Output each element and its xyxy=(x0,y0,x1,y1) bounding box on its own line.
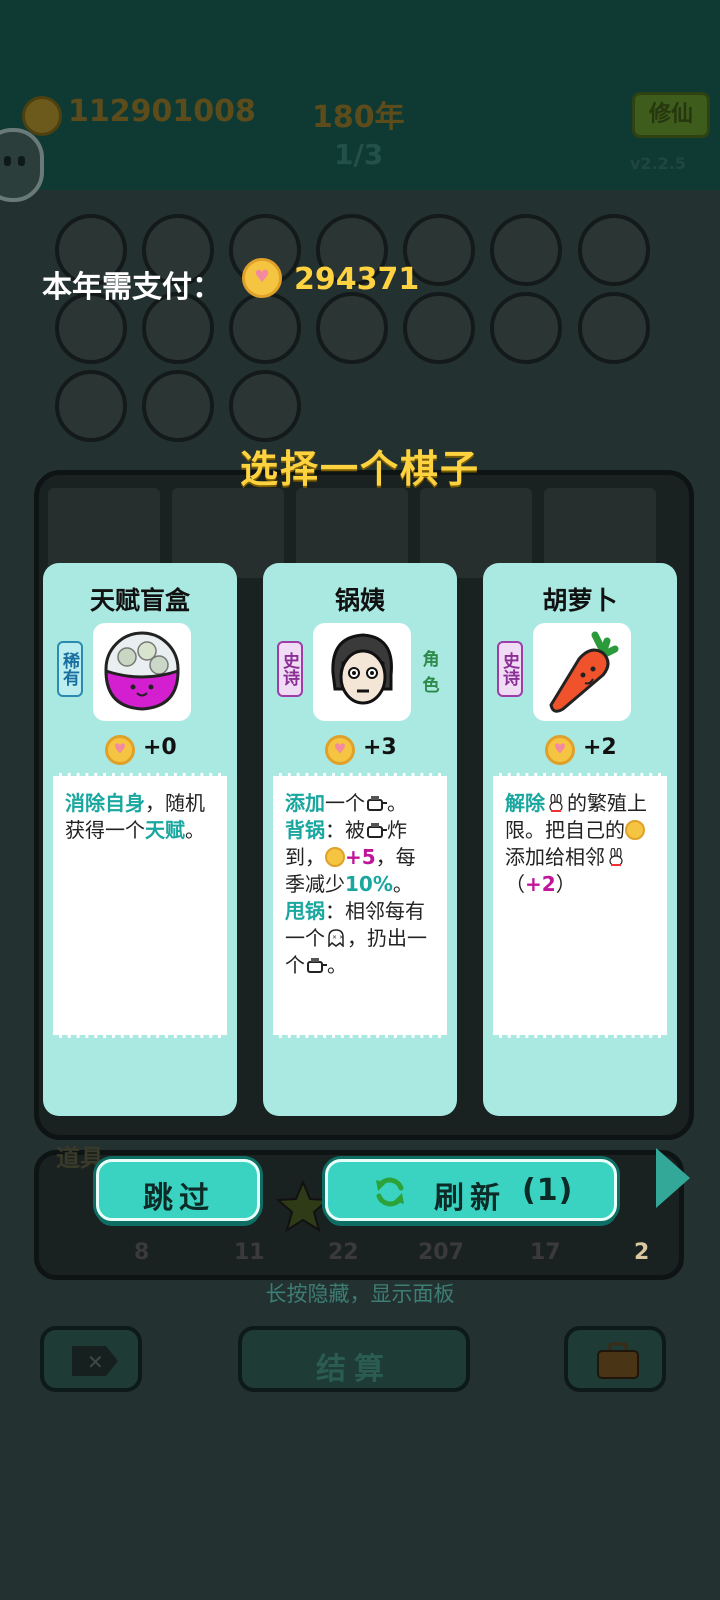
card-title: 天赋盲盒 xyxy=(89,586,190,615)
heart-coin-icon xyxy=(625,820,645,840)
keyword: 解除 xyxy=(505,791,545,815)
settle-button[interactable]: 结算 xyxy=(238,1326,470,1392)
keyword: 甩锅 xyxy=(285,899,325,923)
card-title: 胡萝卜 xyxy=(542,586,618,615)
year-label: 180年 xyxy=(312,100,405,135)
role-tag: 角色 xyxy=(422,650,440,696)
heart-coin-icon: ♥ xyxy=(545,735,575,765)
briefcase-icon xyxy=(597,1342,639,1379)
briefcase-button[interactable] xyxy=(564,1326,666,1392)
piece-card-carrot[interactable]: 胡萝卜 史诗 ♥ +2 解除 的繁殖上限。把自己的添加给相邻（+2） xyxy=(483,563,677,1116)
status-bar: 112901008 180年 1/3 v2.2.5 xyxy=(0,88,720,173)
rabbit-icon xyxy=(609,848,623,866)
card-portrait xyxy=(93,623,191,721)
bonus-value: +5 xyxy=(345,845,376,869)
tool-count: 22 xyxy=(328,1240,359,1265)
percent-value: 10% xyxy=(345,872,393,896)
board-slot xyxy=(229,292,301,364)
tools-next-arrow[interactable] xyxy=(656,1148,690,1208)
card-portrait xyxy=(313,623,411,721)
board-slot xyxy=(578,292,650,364)
desc-text: 添加给相邻 xyxy=(505,845,605,869)
desc-text: 。 xyxy=(185,818,205,842)
board-slot xyxy=(316,292,388,364)
rarity-badge: 稀有 xyxy=(57,641,83,697)
skip-button[interactable]: 跳过 xyxy=(96,1159,260,1221)
close-button[interactable]: ✕ xyxy=(40,1326,142,1392)
refresh-button[interactable]: 刷新 (1) xyxy=(325,1159,617,1221)
tool-count: 11 xyxy=(234,1240,265,1265)
card-price: ♥ +3 xyxy=(263,733,457,767)
keyword: 添加 xyxy=(285,791,325,815)
piece-card-talent-box[interactable]: 天赋盲盒 稀有 ♥ +0 消除自身，随机获得一个天赋。 xyxy=(43,563,237,1116)
carrot-icon xyxy=(549,631,619,713)
card-portrait xyxy=(533,623,631,721)
star-tool-icon xyxy=(276,1180,330,1232)
heart-coin-icon: ♥ xyxy=(242,258,282,298)
desc-text: （ xyxy=(505,872,525,896)
refresh-count: (1) xyxy=(522,1173,574,1208)
board-slot xyxy=(229,370,301,442)
desc-text: 一个 xyxy=(325,791,365,815)
board-slot xyxy=(142,370,214,442)
desc-text: ：被 xyxy=(325,818,365,842)
price-value: +3 xyxy=(363,735,397,760)
ghost-icon: × × xyxy=(328,929,344,947)
board-slot xyxy=(490,214,562,286)
refresh-icon xyxy=(376,1177,404,1207)
price-value: +2 xyxy=(583,735,617,760)
rarity-badge: 史诗 xyxy=(497,641,523,697)
gacha-capsule-icon xyxy=(104,631,180,711)
keyword: 消除自身 xyxy=(65,791,145,815)
pot-icon xyxy=(307,958,327,973)
hold-to-hide-hint: 长按隐藏，显示面板 xyxy=(265,1282,455,1306)
card-description: 添加一个。 背锅：被 炸到， +5，每季减少10%。 甩锅：相邻每有一个 × × ，扔出… xyxy=(273,773,447,1038)
version-label: v2.2.5 xyxy=(630,154,686,173)
board-slot xyxy=(403,292,475,364)
card-price: ♥ +2 xyxy=(483,733,677,767)
tool-count: 207 xyxy=(418,1240,464,1265)
keyword: 背锅 xyxy=(285,818,325,842)
heart-coin-icon xyxy=(325,847,345,867)
desc-text: 。 xyxy=(327,953,347,977)
tool-count: 2 xyxy=(634,1240,650,1265)
card-price: ♥ +0 xyxy=(43,733,237,767)
pot-icon xyxy=(367,823,387,838)
xiuxian-button[interactable]: 修仙 xyxy=(632,92,710,138)
settle-label: 结算 xyxy=(316,1352,392,1387)
payment-amount: 294371 xyxy=(294,262,420,297)
price-value: +0 xyxy=(143,735,177,760)
pot-icon xyxy=(367,796,387,811)
desc-text: 。 xyxy=(387,791,407,815)
keyword: 天赋 xyxy=(145,818,185,842)
card-description: 消除自身，随机获得一个天赋。 xyxy=(53,773,227,1038)
skip-label: 跳过 xyxy=(143,1181,215,1216)
board-slot xyxy=(578,214,650,286)
desc-text: ） xyxy=(555,872,576,896)
payment-label: 本年需支付： xyxy=(42,270,222,305)
heart-coin-icon: ♥ xyxy=(325,735,355,765)
gold-amount: 112901008 xyxy=(68,94,256,129)
tool-count: 17 xyxy=(530,1240,561,1265)
board-slot xyxy=(490,292,562,364)
card-title: 锅姨 xyxy=(334,586,385,615)
rarity-badge: 史诗 xyxy=(277,641,303,697)
bonus-value: +2 xyxy=(525,872,556,896)
refresh-label: 刷新 xyxy=(434,1181,506,1216)
round-label: 1/3 xyxy=(334,138,384,171)
rabbit-icon xyxy=(549,794,563,812)
gold-coin-icon xyxy=(22,96,62,136)
tool-count: 8 xyxy=(134,1240,150,1265)
heart-coin-icon: ♥ xyxy=(105,735,135,765)
desc-text: 。 xyxy=(392,872,413,896)
choose-piece-title: 选择一个棋子 xyxy=(239,447,480,491)
close-icon: ✕ xyxy=(72,1346,118,1376)
card-description: 解除 的繁殖上限。把自己的添加给相邻（+2） xyxy=(493,773,667,1038)
board-slot xyxy=(55,370,127,442)
piece-card-pot-auntie[interactable]: 锅姨 史诗 角色 ♥ +3 添加一个。 背锅：被 炸到， +5，每季减少10%。 甩… xyxy=(263,563,457,1116)
svg-text:✕: ✕ xyxy=(87,1350,104,1374)
svg-text:× ×: × × xyxy=(332,934,344,941)
auntie-face-icon xyxy=(331,633,393,705)
